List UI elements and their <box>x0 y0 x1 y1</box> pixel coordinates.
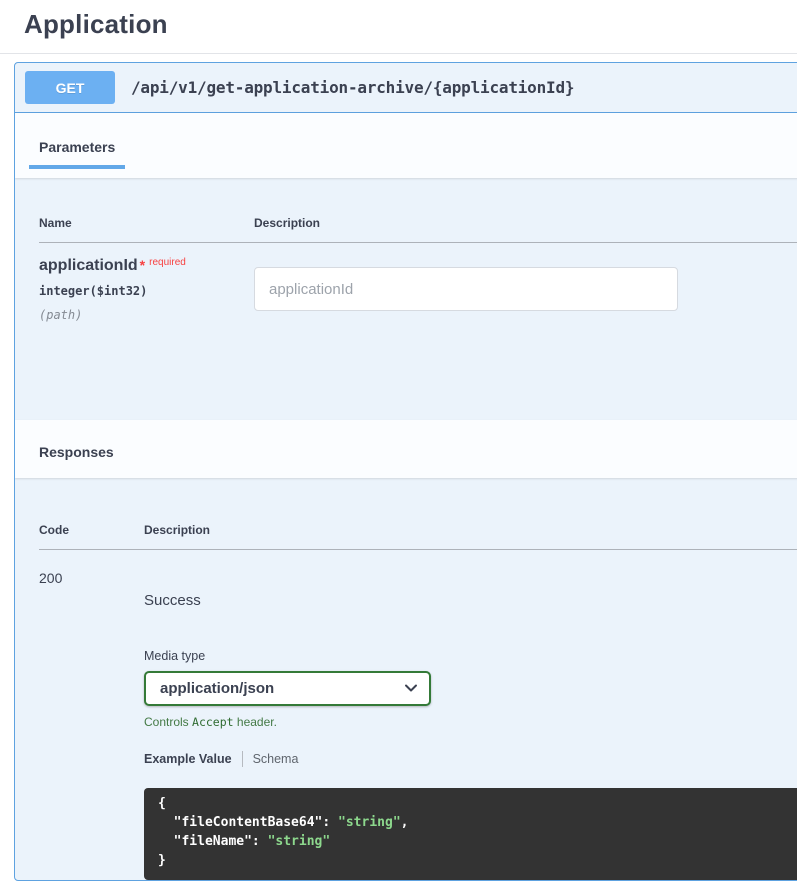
responses-section-header: Responses <box>15 420 797 478</box>
column-header-description: Description <box>254 216 321 230</box>
response-description-cell: Success Media type application/json Cont… <box>144 570 797 880</box>
parameter-location: (path) <box>39 308 83 322</box>
opblock-summary[interactable]: GET /api/v1/get-application-archive/{app… <box>15 63 797 113</box>
parameter-name-text: applicationId <box>39 257 138 274</box>
parameter-type: integer($int32) <box>39 284 148 298</box>
column-header-description: Description <box>144 523 211 537</box>
parameter-description-cell <box>254 257 797 322</box>
responses-title: Responses <box>39 444 114 460</box>
page-title: Application <box>24 9 168 39</box>
column-header-code: Code <box>39 523 69 537</box>
parameter-name: applicationId * required <box>39 257 254 275</box>
media-type-select-wrap: application/json <box>144 671 431 706</box>
endpoint-path: /api/v1/get-application-archive/{applica… <box>131 78 575 97</box>
required-label: required <box>149 257 186 268</box>
example-json-block: { "fileContentBase64": "string", "fileNa… <box>144 788 797 880</box>
media-type-select[interactable]: application/json <box>144 671 431 706</box>
media-type-label: Media type <box>144 649 206 663</box>
column-header-name: Name <box>39 216 72 230</box>
opblock-get: GET /api/v1/get-application-archive/{app… <box>14 62 797 881</box>
tab-parameters[interactable]: Parameters <box>29 139 126 169</box>
parameters-section-header: Parameters <box>15 113 797 178</box>
http-method-badge: GET <box>25 71 115 104</box>
model-example-tabs: Example Value Schema <box>144 751 797 767</box>
tab-example-value[interactable]: Example Value <box>144 752 232 766</box>
response-description: Success <box>144 592 201 609</box>
controls-accept-note: Controls Accept header. <box>144 715 797 729</box>
controls-note-code: Accept <box>192 715 234 729</box>
response-code: 200 <box>39 570 63 586</box>
parameter-value-input[interactable] <box>254 267 678 311</box>
required-asterisk: * <box>139 257 146 273</box>
parameter-name-cell: applicationId * required integer($int32) (… <box>39 257 254 322</box>
response-row: 200 Success Media type application/json … <box>39 550 797 880</box>
responses-body: Code Description 200 Success Media type … <box>15 478 797 880</box>
tabs-divider <box>241 751 243 767</box>
responses-table-header: Code Description <box>39 523 797 550</box>
controls-note-prefix: Controls <box>144 715 193 729</box>
parameters-table-header: Name Description <box>39 216 797 243</box>
title-divider <box>0 53 797 54</box>
tab-parameters-label: Parameters <box>39 139 116 155</box>
tab-schema[interactable]: Schema <box>253 752 299 766</box>
swagger-api-page: Application GET /api/v1/get-application-… <box>0 0 797 890</box>
parameters-body: Name Description applicationId * required … <box>15 178 797 420</box>
parameter-row: applicationId * required integer($int32) (… <box>39 243 797 322</box>
controls-note-suffix: header. <box>233 715 277 729</box>
